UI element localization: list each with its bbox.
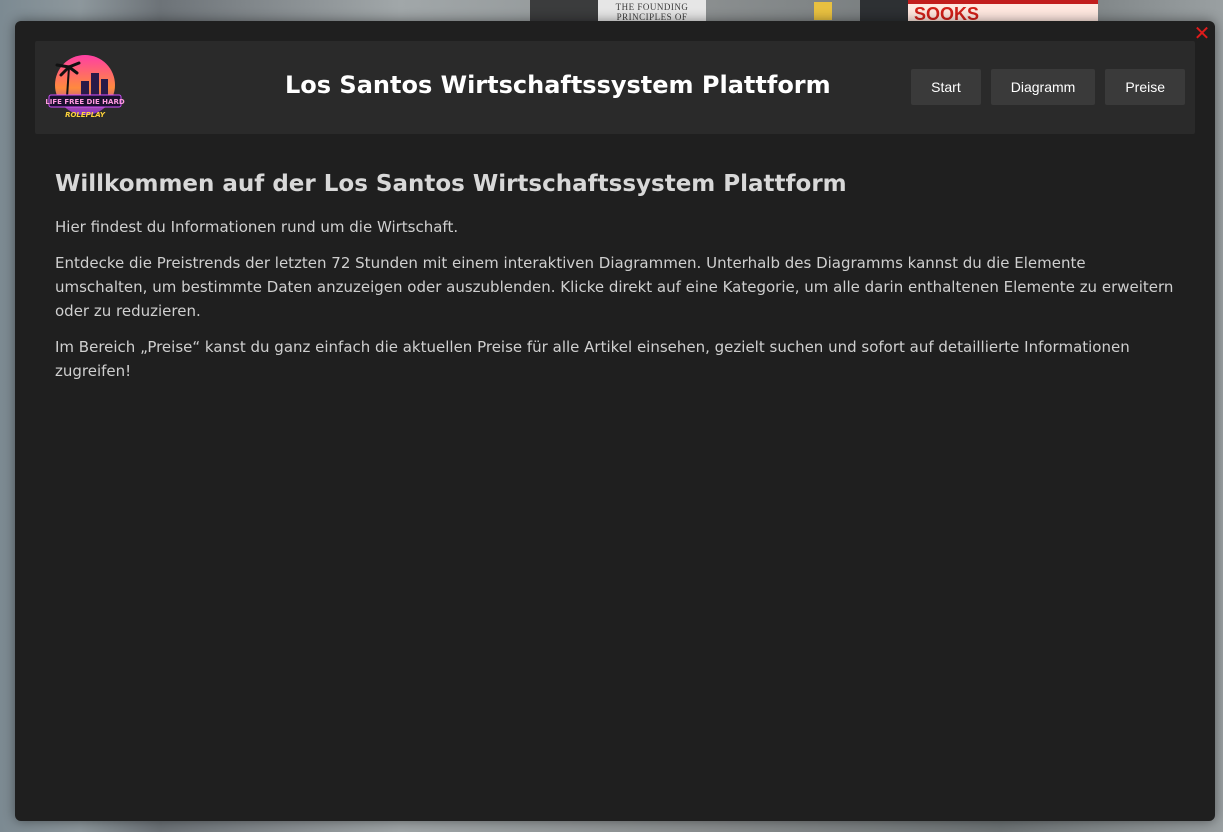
background-building (860, 0, 908, 22)
economy-platform-window: ✕ LIFE FREE DIE HARD ROLEPLAY Los Santos… (15, 21, 1215, 821)
page-title: Los Santos Wirtschaftssystem Plattform (285, 71, 831, 99)
intro-paragraph: Hier findest du Informationen rund um di… (55, 218, 459, 236)
welcome-section: Willkommen auf der Los Santos Wirtschaft… (55, 171, 1175, 395)
logo-text-primary: LIFE FREE DIE HARD (45, 98, 125, 106)
nav-prices-button[interactable]: Preise (1105, 69, 1185, 105)
nav-diagram-button[interactable]: Diagramm (990, 69, 1096, 105)
main-navigation: Start Diagramm Preise (911, 69, 1185, 105)
billboard-text: SOOKS (914, 4, 980, 22)
server-logo: LIFE FREE DIE HARD ROLEPLAY (45, 55, 125, 119)
diagram-info-paragraph: Entdecke die Preistrends der letzten 72 … (55, 254, 1174, 320)
logo-text-secondary: ROLEPLAY (65, 111, 106, 119)
header-bar: LIFE FREE DIE HARD ROLEPLAY Los Santos W… (35, 41, 1195, 134)
prices-info-paragraph: Im Bereich „Preise“ kanst du ganz einfac… (55, 338, 1130, 380)
background-building (530, 0, 598, 22)
nav-start-button[interactable]: Start (911, 69, 981, 105)
background-sign: THE FOUNDING PRINCIPLES OF HAPPINESS (598, 0, 706, 32)
welcome-heading: Willkommen auf der Los Santos Wirtschaft… (55, 171, 847, 197)
background-poster (814, 2, 832, 20)
background-billboard: SOOKS (908, 0, 1098, 22)
close-icon[interactable]: ✕ (1193, 23, 1211, 43)
